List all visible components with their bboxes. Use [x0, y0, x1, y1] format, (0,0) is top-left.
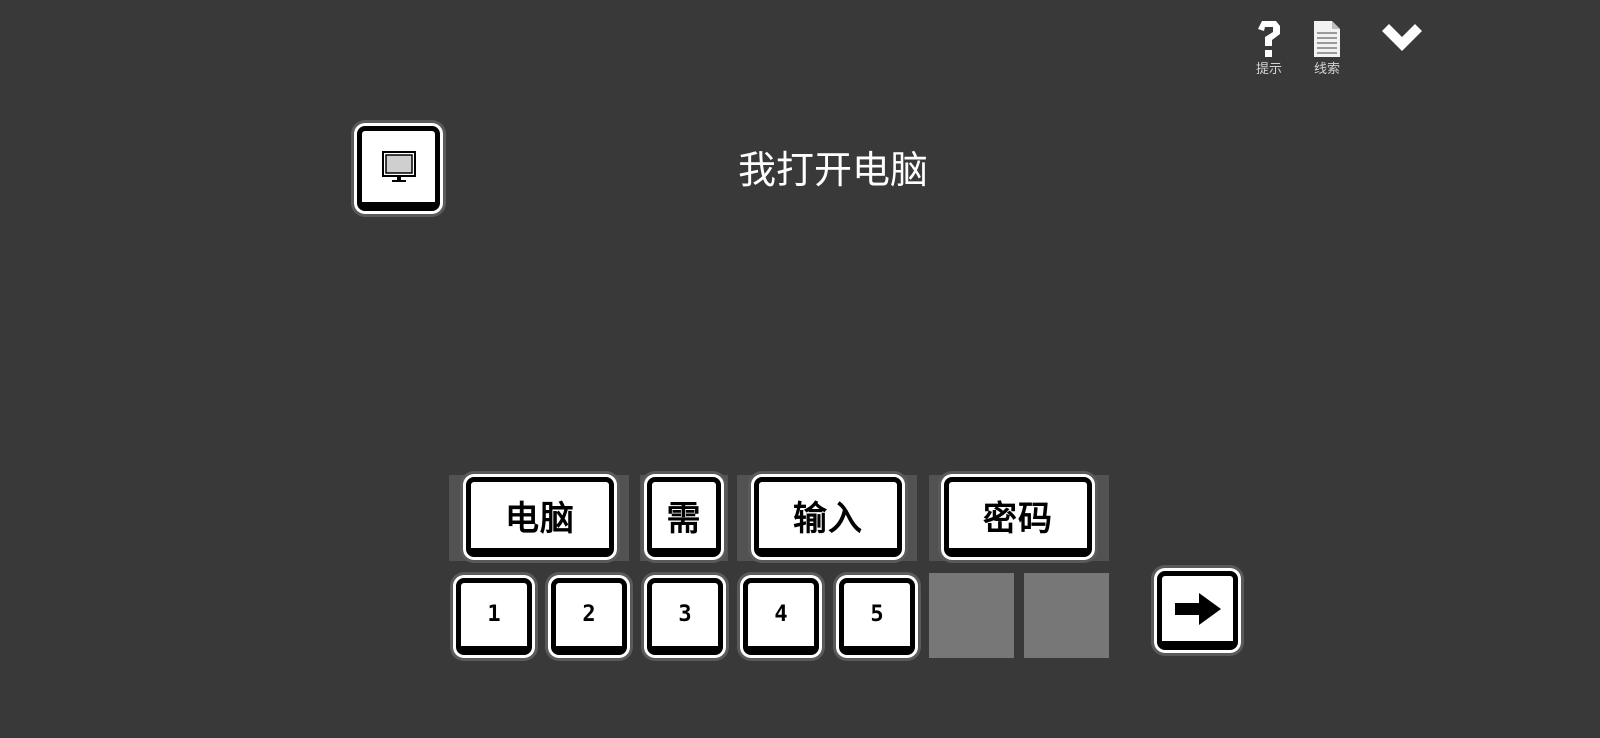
clues-button[interactable]: 线索 — [1303, 18, 1351, 82]
hint-button[interactable]: 提示 — [1245, 18, 1293, 82]
submit-button[interactable] — [1157, 571, 1238, 650]
number-tile[interactable]: 2 — [551, 578, 627, 655]
number-tile[interactable]: 5 — [839, 578, 915, 655]
word-tile[interactable]: 电脑 — [466, 477, 614, 557]
question-mark-icon — [1249, 18, 1289, 60]
scene-sentence: 我打开电脑 — [737, 148, 928, 192]
computer-monitor-icon — [381, 150, 416, 182]
word-tile[interactable]: 输入 — [754, 477, 902, 557]
arrow-right-icon — [1174, 592, 1221, 625]
document-icon — [1307, 18, 1347, 60]
number-tile[interactable]: 1 — [456, 578, 532, 655]
word-tile[interactable]: 需 — [647, 477, 721, 557]
chevron-down-icon — [1382, 24, 1422, 51]
collapse-button[interactable] — [1378, 22, 1426, 54]
word-tile[interactable]: 密码 — [944, 477, 1092, 557]
item-frame[interactable] — [357, 126, 440, 211]
number-tile[interactable]: 4 — [743, 578, 819, 655]
clues-label: 线索 — [1313, 62, 1340, 77]
hint-label: 提示 — [1255, 62, 1282, 77]
empty-slot[interactable] — [1024, 573, 1109, 658]
empty-slot[interactable] — [929, 573, 1014, 658]
number-tile[interactable]: 3 — [647, 578, 723, 655]
